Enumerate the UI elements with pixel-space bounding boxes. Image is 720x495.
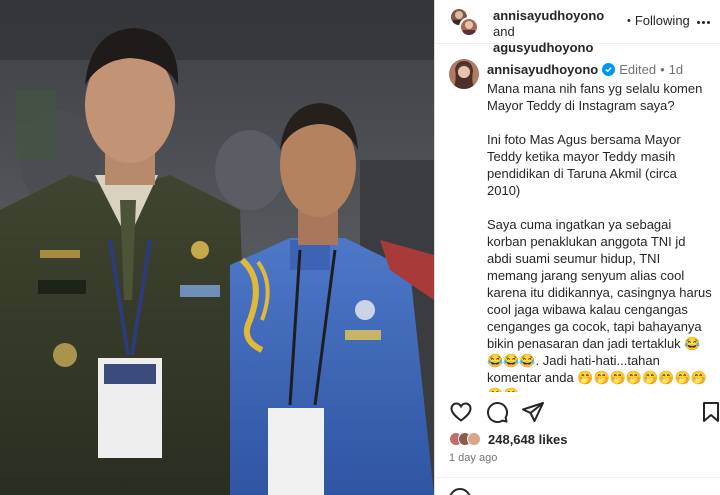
emoji-icon[interactable]: [449, 488, 471, 495]
verified-badge-icon: [602, 63, 616, 76]
caption-avatar[interactable]: [449, 59, 479, 89]
header-usernames: annisayudhoyono and agusyudhoyono: [493, 8, 623, 56]
avatar-agusyudhoyono[interactable]: [459, 17, 479, 37]
share-icon[interactable]: [521, 400, 545, 424]
photo-illustration: [0, 0, 434, 495]
post-header: annisayudhoyono and agusyudhoyono • Foll…: [435, 0, 720, 55]
comment-icon[interactable]: [485, 400, 509, 424]
caption-text: Mana mana nih fans yg selalu komen Mayor…: [487, 81, 712, 392]
post-timestamp[interactable]: 1 day ago: [449, 452, 497, 464]
header-user1-link[interactable]: annisayudhoyono: [493, 8, 604, 23]
heart-icon[interactable]: [449, 400, 473, 424]
liker-avatars: [449, 432, 481, 446]
caption-section: annisayudhoyono Edited • 1d Mana mana ni…: [435, 52, 720, 392]
caption-dot: •: [660, 62, 665, 77]
liker-avatar: [467, 432, 481, 446]
comment-bar: [435, 477, 720, 495]
header-avatars[interactable]: [449, 7, 483, 37]
post-age[interactable]: 1d: [669, 62, 683, 77]
likes-row[interactable]: 248,648 likes: [449, 430, 568, 448]
caption-header: annisayudhoyono Edited • 1d: [487, 62, 683, 77]
following-button[interactable]: Following: [635, 13, 690, 28]
post-photo[interactable]: [0, 0, 434, 495]
action-bar: [435, 398, 720, 428]
follow-status: • Following: [627, 13, 690, 28]
edited-label: Edited: [619, 62, 657, 77]
likes-count[interactable]: 248,648 likes: [488, 432, 568, 447]
header-dot: •: [627, 14, 631, 27]
header-and-text: and: [493, 24, 515, 39]
post-sidebar: annisayudhoyono and agusyudhoyono • Foll…: [434, 0, 720, 495]
caption-username-link[interactable]: annisayudhoyono: [487, 62, 598, 77]
more-icon[interactable]: [695, 14, 711, 30]
bookmark-icon[interactable]: [699, 400, 720, 424]
